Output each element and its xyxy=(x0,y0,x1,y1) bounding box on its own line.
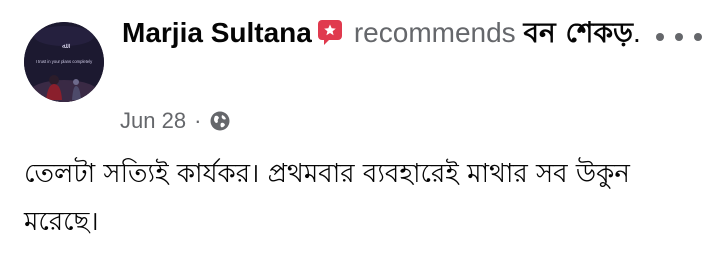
meta-separator: · xyxy=(194,108,202,133)
avatar-caption: I trust in your plans completely xyxy=(36,59,93,64)
author-name[interactable]: Marjia Sultana xyxy=(122,17,312,48)
review-post: ﷲ I trust in your plans completely Marji… xyxy=(0,0,707,280)
more-dot-icon xyxy=(694,33,702,41)
post-meta: Jun 28 · xyxy=(120,108,231,134)
page-name-link[interactable]: বন শেকড় xyxy=(523,16,633,49)
recommend-star-icon xyxy=(316,18,344,46)
avatar-image: ﷲ I trust in your plans completely xyxy=(24,22,104,102)
post-date[interactable]: Jun 28 xyxy=(120,108,186,134)
more-dot-icon xyxy=(656,33,664,41)
more-options-button[interactable] xyxy=(656,22,702,52)
page-suffix: . xyxy=(633,17,641,48)
action-text: recommends xyxy=(353,17,516,48)
avatar[interactable]: ﷲ I trust in your plans completely xyxy=(24,22,104,102)
more-dot-icon xyxy=(675,33,683,41)
post-body: তেলটা সত্যিই কার্যকর। প্রথমবার ব্যবহারেই… xyxy=(24,159,630,237)
globe-icon[interactable] xyxy=(209,110,231,132)
post-header: Marjia Sultana recommends বন শেকড়. xyxy=(122,14,642,52)
